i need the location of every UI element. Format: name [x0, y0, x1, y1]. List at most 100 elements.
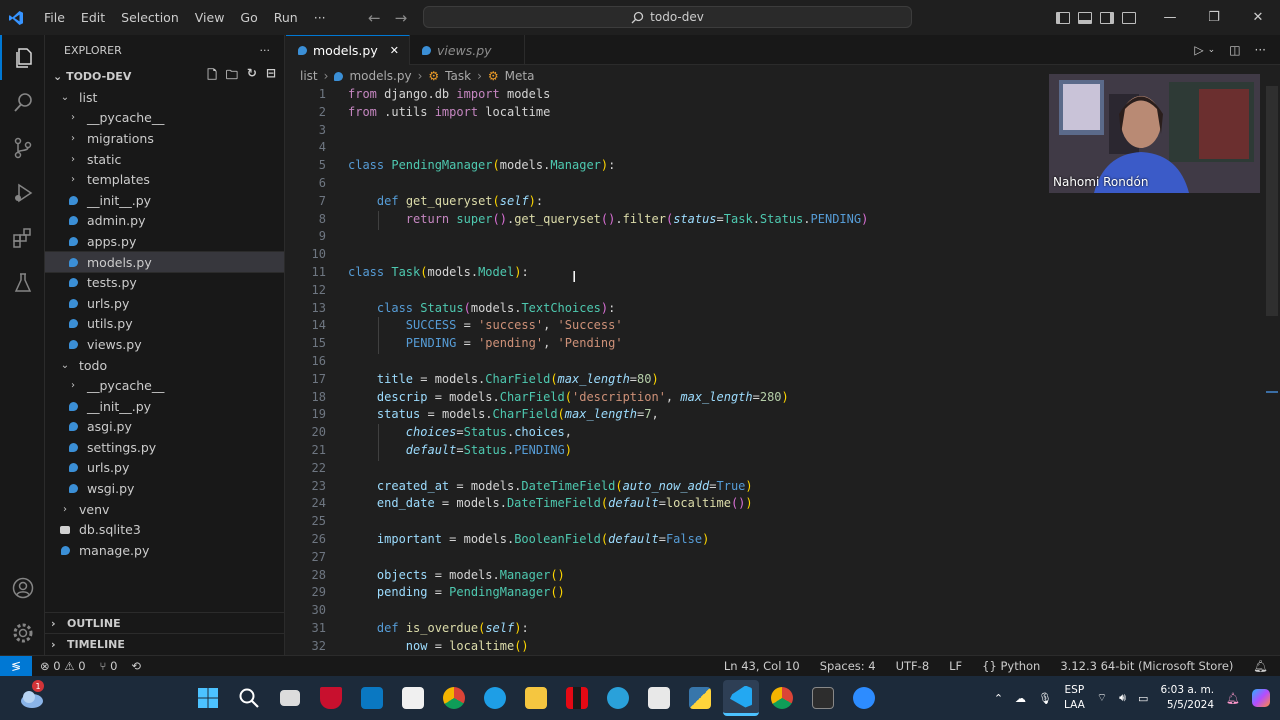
workspace-root[interactable]: ⌄ TODO-DEV 🗋 🗀 ↻ ⊟	[45, 65, 284, 87]
manage-gear-icon[interactable]	[0, 610, 45, 655]
indentation[interactable]: Spaces: 4	[820, 659, 876, 673]
encoding[interactable]: UTF-8	[896, 659, 930, 673]
menu-view[interactable]: View	[187, 0, 233, 35]
tree-item[interactable]: urls.py	[45, 458, 284, 479]
notifications-bell-icon[interactable]: 🔔︎	[1253, 659, 1268, 673]
wifi-icon[interactable]: ⌔	[1097, 691, 1107, 705]
remote-indicator-icon[interactable]: ≶	[0, 655, 32, 677]
tree-item[interactable]: manage.py	[45, 540, 284, 561]
clock[interactable]: 6:03 a. m. 5/5/2024	[1160, 683, 1214, 713]
tree-item[interactable]: __init__.py	[45, 396, 284, 417]
new-folder-icon[interactable]: 🗀	[226, 66, 238, 87]
breadcrumb-item[interactable]: list	[300, 69, 318, 83]
breadcrumb-item[interactable]: models.py	[349, 69, 411, 83]
run-debug-icon[interactable]	[0, 170, 45, 215]
store-icon[interactable]	[395, 680, 431, 716]
volume-icon[interactable]: 🔊︎	[1119, 691, 1126, 705]
toggle-panel-icon[interactable]	[1078, 11, 1092, 24]
microphone-icon[interactable]: 🎙︎	[1038, 692, 1052, 705]
breadcrumb-item[interactable]: Meta	[505, 69, 535, 83]
tree-item[interactable]: admin.py	[45, 211, 284, 232]
copilot-icon[interactable]	[1252, 689, 1270, 707]
battery-icon[interactable]: ▭	[1138, 692, 1148, 705]
menu-more[interactable]: ···	[306, 0, 334, 35]
explorer-icon[interactable]	[0, 35, 45, 80]
editor-scrollbar[interactable]	[1266, 86, 1278, 655]
new-file-icon[interactable]: 🗋	[207, 66, 217, 87]
editor-more-icon[interactable]: ···	[1255, 43, 1266, 57]
timeline-section[interactable]: › TIMELINE	[45, 633, 285, 654]
language-mode[interactable]: {} Python	[982, 659, 1040, 673]
vscode-taskbar-icon[interactable]	[723, 680, 759, 716]
tree-item[interactable]: models.py	[44, 250, 285, 274]
split-editor-icon[interactable]: ◫	[1229, 43, 1240, 57]
tree-item[interactable]: settings.py	[45, 437, 284, 458]
weather-widget[interactable]: 1	[18, 680, 46, 712]
refresh-icon[interactable]: ↻	[247, 66, 257, 87]
menu-go[interactable]: Go	[232, 0, 265, 35]
netflix-icon[interactable]	[559, 680, 595, 716]
explorer-more-icon[interactable]: ···	[260, 44, 271, 57]
task-view-icon[interactable]	[272, 680, 308, 716]
taskbar-search-icon[interactable]	[231, 680, 267, 716]
file-explorer-icon[interactable]	[518, 680, 554, 716]
tree-item[interactable]: › templates	[45, 169, 284, 190]
scrollbar-thumb[interactable]	[1266, 86, 1278, 316]
menu-edit[interactable]: Edit	[73, 0, 113, 35]
tree-item[interactable]: asgi.py	[45, 417, 284, 438]
start-icon[interactable]	[190, 680, 226, 716]
terminal-icon[interactable]	[805, 680, 841, 716]
forward-arrow-icon[interactable]: →	[395, 9, 408, 27]
tree-item[interactable]: › __pycache__	[45, 108, 284, 129]
python-icon[interactable]	[682, 680, 718, 716]
customize-layout-icon[interactable]	[1122, 11, 1136, 24]
toggle-secondary-sidebar-icon[interactable]	[1100, 11, 1114, 24]
notification-bell-icon[interactable]: 🔔︎	[1226, 692, 1240, 705]
collapse-all-icon[interactable]: ⊟	[266, 66, 276, 87]
debug-status-icon[interactable]: ⟲	[131, 659, 141, 673]
onedrive-icon[interactable]: ☁	[1015, 692, 1026, 705]
zoom-icon[interactable]	[846, 680, 882, 716]
end-of-line[interactable]: LF	[949, 659, 962, 673]
language-indicator[interactable]: ESP LAA	[1064, 683, 1085, 713]
close-tab-icon[interactable]: ✕	[390, 44, 399, 57]
mcafee-icon[interactable]	[313, 680, 349, 716]
tab-models-py[interactable]: models.py ✕	[286, 35, 410, 65]
source-control-icon[interactable]	[0, 125, 45, 170]
toggle-primary-sidebar-icon[interactable]	[1056, 11, 1070, 24]
menu-file[interactable]: File	[36, 0, 73, 35]
testing-flask-icon[interactable]	[0, 260, 45, 305]
cursor-position[interactable]: Ln 43, Col 10	[724, 659, 800, 673]
tree-item[interactable]: wsgi.py	[45, 478, 284, 499]
menu-run[interactable]: Run	[266, 0, 306, 35]
run-python-file-icon[interactable]: ▷	[1194, 43, 1203, 57]
tree-item[interactable]: ⌄ todo	[45, 355, 284, 376]
tree-item[interactable]: › __pycache__	[45, 375, 284, 396]
tree-item[interactable]: tests.py	[45, 272, 284, 293]
notes-icon[interactable]	[641, 680, 677, 716]
tree-item[interactable]: views.py	[45, 334, 284, 355]
ports-status[interactable]: ⑂ 0	[100, 659, 118, 673]
extensions-icon[interactable]	[0, 215, 45, 260]
tree-item[interactable]: › static	[45, 149, 284, 170]
tree-item[interactable]: db.sqlite3	[45, 519, 284, 540]
restore-icon[interactable]: ❐	[1192, 0, 1236, 35]
search-activity-icon[interactable]	[0, 80, 45, 125]
edge-icon[interactable]	[477, 680, 513, 716]
python-interpreter[interactable]: 3.12.3 64-bit (Microsoft Store)	[1060, 659, 1233, 673]
tree-item[interactable]: utils.py	[45, 314, 284, 335]
tray-chevron-icon[interactable]: ⌃	[994, 692, 1003, 705]
chrome-profile-icon[interactable]	[764, 680, 800, 716]
menu-selection[interactable]: Selection	[113, 0, 187, 35]
close-window-icon[interactable]: ✕	[1236, 0, 1280, 35]
outline-section[interactable]: › OUTLINE	[45, 612, 285, 633]
chrome-icon[interactable]	[436, 680, 472, 716]
tree-item[interactable]: apps.py	[45, 231, 284, 252]
minimize-icon[interactable]: —	[1148, 0, 1192, 35]
tree-item[interactable]: __init__.py	[45, 190, 284, 211]
mysql-icon[interactable]	[354, 680, 390, 716]
tree-item[interactable]: urls.py	[45, 293, 284, 314]
breadcrumb-item[interactable]: Task	[445, 69, 471, 83]
tab-views-py[interactable]: views.py	[410, 35, 525, 65]
problems-status[interactable]: ⊗ 0 ⚠ 0	[40, 659, 86, 673]
